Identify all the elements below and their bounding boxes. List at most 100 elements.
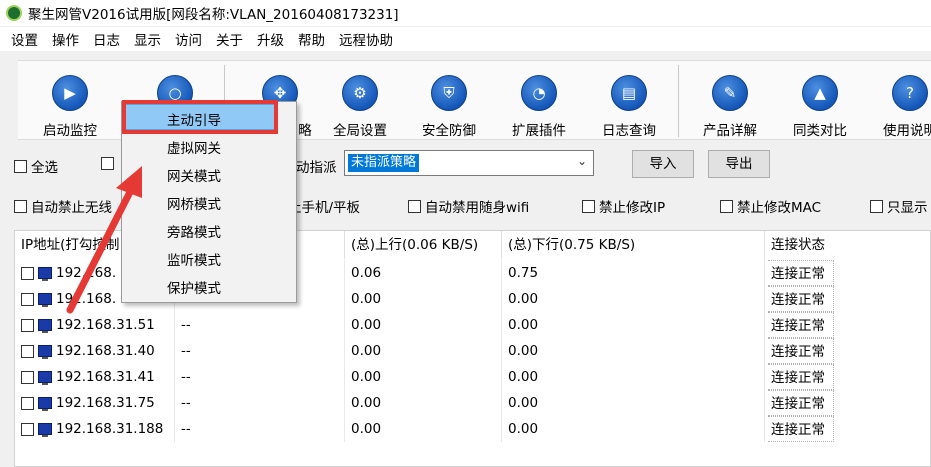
table-row[interactable]: 192.168.31.51 -- 0.00 0.00 连接正常 — [15, 312, 931, 338]
graduation-cap-icon: ▲ — [802, 75, 838, 111]
product-details-label: 产品详解 — [703, 123, 757, 139]
row-download: 0.00 — [502, 286, 765, 312]
select-all-box[interactable] — [14, 159, 27, 173]
menu-item-virtual-gateway[interactable]: 虚拟网关 — [167, 137, 221, 157]
export-button[interactable]: 导出 — [708, 150, 770, 178]
row-upload: 0.00 — [345, 286, 502, 312]
row-ip: 192.168.31.41 — [56, 369, 155, 385]
option-show-only[interactable]: 只显示 — [870, 196, 928, 216]
chevron-down-icon[interactable]: ⌄ — [577, 154, 587, 168]
highlight-box — [122, 100, 278, 134]
option-checkbox[interactable] — [408, 199, 421, 213]
option-label: 自动禁用随身wifi — [425, 200, 530, 216]
row-ip: 192.168.31.75 — [56, 395, 155, 411]
app-logo-icon — [6, 5, 22, 21]
row-name: -- — [175, 390, 345, 416]
menu-settings[interactable]: 设置 — [4, 29, 45, 49]
log-query-button[interactable]: ▤ 日志查询 — [594, 61, 664, 141]
global-settings-button[interactable]: ⚙ 全局设置 — [325, 61, 395, 141]
table-row[interactable]: 192.168.31.40 -- 0.00 0.00 连接正常 — [15, 338, 931, 364]
row-checkbox[interactable] — [21, 266, 34, 280]
start-monitor-button[interactable]: ▶ 启动监控 — [35, 61, 105, 141]
menu-log[interactable]: 日志 — [86, 29, 127, 49]
row-checkbox[interactable] — [21, 422, 34, 436]
column-header-download[interactable]: (总)下行(0.75 KB/S) — [502, 231, 765, 259]
policy-label: 略 — [298, 123, 312, 139]
menu-bar: 设置 操作 日志 显示 访问 关于 升级 帮助 远程协助 — [0, 27, 931, 51]
option-disable-portable-wifi[interactable]: 自动禁用随身wifi — [408, 196, 529, 216]
menu-access[interactable]: 访问 — [168, 29, 209, 49]
annotation-arrow-icon — [66, 166, 142, 314]
row-download: 0.00 — [502, 390, 765, 416]
option-label: 止手机/平板 — [288, 200, 361, 216]
global-settings-label: 全局设置 — [333, 123, 387, 139]
user-manual-button[interactable]: ? 使用说明 — [875, 61, 931, 141]
row-name: -- — [175, 416, 345, 442]
row-name: -- — [175, 312, 345, 338]
log-query-label: 日志查询 — [602, 123, 656, 139]
log-book-icon: ▤ — [611, 75, 647, 111]
extension-plugins-label: 扩展插件 — [512, 123, 566, 139]
extension-plugins-button[interactable]: ◔ 扩展插件 — [504, 61, 574, 141]
menu-remote-assist[interactable]: 远程协助 — [332, 29, 400, 49]
row-name: -- — [175, 364, 345, 390]
menu-item-bridge-mode[interactable]: 网桥模式 — [167, 193, 221, 213]
assign-label: 动指派 — [296, 160, 337, 176]
row-download: 0.00 — [502, 312, 765, 338]
menu-operation[interactable]: 操作 — [45, 29, 86, 49]
row-checkbox[interactable] — [21, 344, 34, 358]
play-icon: ▶ — [52, 75, 88, 111]
table-row[interactable]: 192.168.31.188 -- 0.00 0.00 连接正常 — [15, 416, 931, 442]
row-upload: 0.06 — [345, 260, 502, 286]
option-lock-mac[interactable]: 禁止修改MAC — [720, 196, 821, 216]
shield-icon: ⛨ — [431, 75, 467, 111]
column-header-upload[interactable]: (总)上行(0.06 KB/S) — [345, 231, 502, 259]
menu-upgrade[interactable]: 升级 — [250, 29, 291, 49]
security-defense-label: 安全防御 — [422, 123, 476, 139]
row-checkbox[interactable] — [21, 292, 34, 306]
window-title: 聚生网管V2016试用版[网段名称:VLAN_20160408173231] — [28, 7, 399, 23]
row-upload: 0.00 — [345, 312, 502, 338]
table-row[interactable]: 192.168.31.41 -- 0.00 0.00 连接正常 — [15, 364, 931, 390]
title-bar: 聚生网管V2016试用版[网段名称:VLAN_20160408173231] — [0, 0, 931, 26]
menu-help[interactable]: 帮助 — [291, 29, 332, 49]
row-ip: 192.168.31.40 — [56, 343, 155, 359]
import-button[interactable]: 导入 — [632, 150, 694, 178]
pie-chart-icon: ◔ — [521, 75, 557, 111]
option-checkbox[interactable] — [870, 199, 883, 213]
comparison-button[interactable]: ▲ 同类对比 — [785, 61, 855, 141]
menu-item-listen-mode[interactable]: 监听模式 — [167, 249, 221, 269]
option-label: 禁止修改MAC — [737, 200, 822, 216]
option-label: 只显示 — [887, 200, 928, 216]
row-status: 连接正常 — [768, 416, 834, 442]
row-checkbox[interactable] — [21, 370, 34, 384]
help-icon: ? — [892, 75, 928, 111]
menu-item-protect-mode[interactable]: 保护模式 — [167, 277, 221, 297]
menu-display[interactable]: 显示 — [127, 29, 168, 49]
option-checkbox[interactable] — [720, 199, 733, 213]
option-lock-ip[interactable]: 禁止修改IP — [582, 196, 665, 216]
product-details-button[interactable]: ✎ 产品详解 — [695, 61, 765, 141]
row-download: 0.00 — [502, 416, 765, 442]
policy-select-value: 未指派策略 — [348, 154, 420, 172]
menu-about[interactable]: 关于 — [209, 29, 250, 49]
option-checkbox[interactable] — [582, 199, 595, 213]
policy-select[interactable]: 未指派策略 ⌄ — [344, 150, 594, 176]
row-status: 连接正常 — [768, 312, 834, 338]
row-upload: 0.00 — [345, 338, 502, 364]
row-status: 连接正常 — [768, 364, 834, 390]
row-status: 连接正常 — [768, 286, 834, 312]
row-ip: 192.168.31.188 — [56, 421, 164, 437]
row-name: -- — [175, 338, 345, 364]
row-checkbox[interactable] — [21, 396, 34, 410]
column-header-status[interactable]: 连接状态 — [765, 231, 931, 259]
option-disable-mobile[interactable]: 止手机/平板 — [288, 196, 360, 216]
row-upload: 0.00 — [345, 416, 502, 442]
menu-item-bypass-mode[interactable]: 旁路模式 — [167, 221, 221, 241]
row-status: 连接正常 — [768, 390, 834, 416]
menu-item-gateway-mode[interactable]: 网关模式 — [167, 165, 221, 185]
row-checkbox[interactable] — [21, 318, 34, 332]
option-checkbox[interactable] — [14, 199, 27, 213]
table-row[interactable]: 192.168.31.75 -- 0.00 0.00 连接正常 — [15, 390, 931, 416]
security-defense-button[interactable]: ⛨ 安全防御 — [414, 61, 484, 141]
